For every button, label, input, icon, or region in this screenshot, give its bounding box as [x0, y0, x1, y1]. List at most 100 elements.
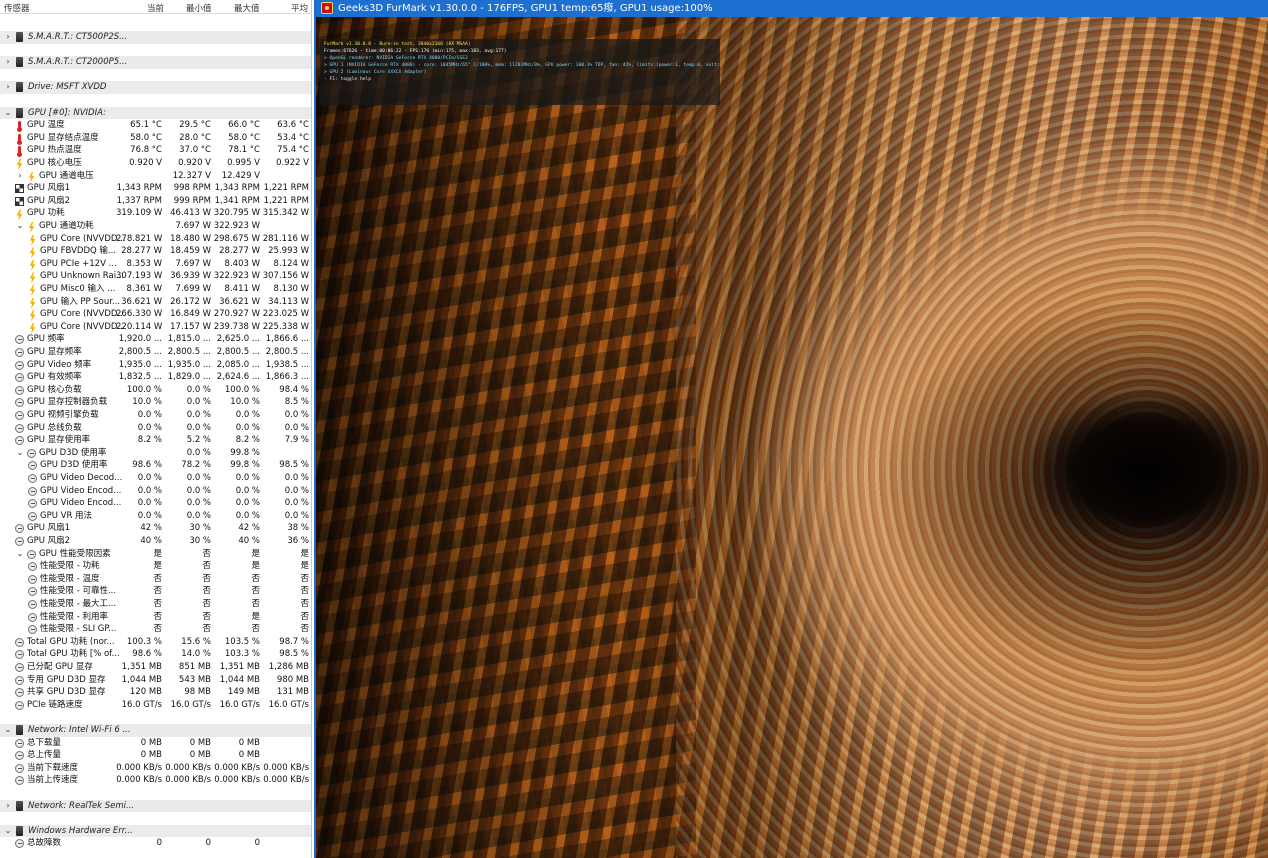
min-value: 15.6 %	[181, 636, 211, 647]
sensor-row[interactable]: GPU 输入 PP Sour... 36.621 W 26.172 W 36.621 …	[0, 296, 311, 309]
sensor-row[interactable]: GPU 频率 1,920.0 ... 1,815.0 ... 2,625.0 ... 1…	[0, 333, 311, 346]
sensor-row[interactable]: GPU Core (NVVDD... 266.330 W 16.849 W 270.9…	[0, 308, 311, 321]
sensor-row[interactable]: GPU Core (NVVDD... 220.114 W 17.157 W 239.7…	[0, 321, 311, 334]
chevron-right-icon[interactable]: ›	[4, 81, 12, 94]
sensor-row[interactable]: GPU Core (NVVDD... 278.821 W 18.480 W 298.6…	[0, 233, 311, 246]
sensor-row[interactable]: GPU 风扇2 40 % 30 % 40 % 36 %	[0, 535, 311, 548]
clock-icon	[15, 436, 24, 446]
sensor-row[interactable]: GPU 显存控制器负载 10.0 % 0.0 % 10.0 % 8.5 %	[0, 396, 311, 409]
col-current[interactable]: 当前	[147, 2, 164, 14]
bolt-icon	[28, 323, 37, 332]
chevron-down-icon[interactable]: ⌄	[16, 220, 24, 233]
chevron-right-icon[interactable]: ›	[4, 56, 12, 69]
min-value: 0.0 %	[186, 384, 211, 395]
sensor-row[interactable]: 总下载量 0 MB 0 MB 0 MB	[0, 737, 311, 750]
sensor-row[interactable]: › GPU 通道电压 12.327 V 12.429 V	[0, 170, 311, 183]
osd-line: > GPU 2 (Luminous Core XXXCX Adapter)	[324, 70, 427, 75]
col-sensor[interactable]: 传感器	[4, 2, 30, 14]
sensor-row[interactable]: GPU Video 频率 1,935.0 ... 1,935.0 ... 2,085.…	[0, 359, 311, 372]
avg-value: 1,221 RPM	[263, 195, 309, 206]
sensor-row[interactable]: GPU VR 用法 0.0 % 0.0 % 0.0 % 0.0 %	[0, 510, 311, 523]
sensor-row[interactable]: 总故障数 0 0 0	[0, 837, 311, 850]
sensor-row[interactable]: GPU Misc0 输入 ... 8.361 W 7.699 W 8.411 W 8.1…	[0, 283, 311, 296]
sensor-row[interactable]: GPU 风扇1 1,343 RPM 998 RPM 1,343 RPM 1,221 RP…	[0, 182, 311, 195]
chevron-down-icon[interactable]: ⌄	[4, 825, 12, 838]
sensor-row[interactable]: PCIe 链路速度 16.0 GT/s 16.0 GT/s 16.0 GT/s 16.0…	[0, 699, 311, 712]
sensor-group-row[interactable]: › Drive: MSFT XVDD	[0, 81, 311, 94]
col-min[interactable]: 最小值	[186, 2, 212, 14]
sensor-group-row[interactable]: › Network: RealTek Semi...	[0, 799, 311, 813]
sensor-row[interactable]: GPU 总线负载 0.0 % 0.0 % 0.0 % 0.0 %	[0, 422, 311, 435]
sensor-label: GPU Video Encod...	[40, 485, 122, 496]
sensor-row[interactable]: 总上传量 0 MB 0 MB 0 MB	[0, 749, 311, 762]
sensor-row[interactable]: 性能受限 - 最大工... 否 否 否 否	[0, 598, 311, 611]
sensor-row[interactable]: GPU Video Encod... 0.0 % 0.0 % 0.0 % 0.0 %	[0, 485, 311, 498]
sensor-row[interactable]: GPU 热点温度 76.8 °C 37.0 °C 78.1 °C 75.4 °C	[0, 144, 311, 158]
current-value: 40 %	[140, 536, 162, 546]
sensor-row[interactable]: 专用 GPU D3D 显存 1,044 MB 543 MB 1,044 MB 980 M…	[0, 674, 311, 687]
avg-value: 98.7 %	[279, 636, 309, 647]
clock-icon	[28, 612, 37, 622]
sensor-row[interactable]: GPU 显存频率 2,800.5 ... 2,800.5 ... 2,800.5 ..…	[0, 346, 311, 359]
sensor-row[interactable]: GPU Video Decod... 0.0 % 0.0 % 0.0 % 0.0 %	[0, 472, 311, 485]
sensor-row[interactable]: 性能受限 - 利用率 否 否 是 否	[0, 611, 311, 624]
sensor-group-row[interactable]: ⌄ Windows Hardware Err...	[0, 824, 311, 838]
disk-icon	[16, 57, 23, 68]
sensor-row[interactable]: Total GPU 功耗 [% of... 98.6 % 14.0 % 103.3 %…	[0, 648, 311, 661]
chevron-right-icon[interactable]: ›	[4, 31, 12, 44]
chevron-down-icon[interactable]: ⌄	[4, 724, 12, 737]
sensor-row[interactable]: GPU Unknown Rai... 307.193 W 36.939 W 322.9…	[0, 270, 311, 283]
min-value: 0.0 %	[186, 498, 211, 509]
sensor-row[interactable]: 性能受限 - 温度 否 否 否 否	[0, 573, 311, 586]
sensor-row[interactable]: GPU Video Encod... 0.0 % 0.0 % 0.0 % 0.0 %	[0, 497, 311, 510]
chevron-right-icon[interactable]: ›	[4, 800, 12, 813]
sensor-group-row[interactable]: › S.M.A.R.T.: CT500P2S...	[0, 31, 311, 44]
osd-line: Frames:67626 - time:00:06:22 - FPS:176 (…	[324, 49, 507, 54]
sensor-row[interactable]: GPU 显存使用率 8.2 % 5.2 % 8.2 % 7.9 %	[0, 434, 311, 447]
sensor-row[interactable]: ⌄ GPU 通道功耗 7.697 W 322.923 W	[0, 220, 311, 233]
sensor-row[interactable]: 共享 GPU D3D 显存 120 MB 98 MB 149 MB 131 MB	[0, 686, 311, 699]
min-value: 36.939 W	[170, 271, 211, 282]
min-value: 否	[202, 548, 211, 559]
sensor-row[interactable]: 性能受限 - 功耗 是 否 是 是	[0, 560, 311, 573]
clock-icon	[28, 625, 37, 635]
sensor-row[interactable]: GPU 显存结点温度 58.0 °C 28.0 °C 58.0 °C 53.4 °C	[0, 132, 311, 145]
sensor-group-row[interactable]: ⌄ Network: Intel Wi-Fi 6 ...	[0, 724, 311, 737]
avg-value: 7.9 %	[284, 435, 309, 446]
sensor-row[interactable]: GPU 核心电压 0.920 V 0.920 V 0.995 V 0.922 V	[0, 157, 311, 170]
sensor-row[interactable]: GPU 温度 65.1 °C 29.5 °C 66.0 °C 63.6 °C	[0, 119, 311, 133]
sensor-row[interactable]: 当前下载速度 0.000 KB/s 0.000 KB/s 0.000 KB/s 0.00…	[0, 762, 311, 775]
chevron-down-icon[interactable]: ⌄	[16, 548, 24, 561]
sensor-row[interactable]: 性能受限 - 可靠性... 否 否 否 否	[0, 585, 311, 598]
sensor-row[interactable]: GPU 视频引擎负载 0.0 % 0.0 % 0.0 % 0.0 %	[0, 409, 311, 422]
clock-icon	[15, 776, 24, 786]
fur-render-canvas[interactable]: FurMark v1.30.0.0 - Burn-in test, 3840x2…	[316, 17, 1268, 858]
sensor-row[interactable]: 性能受限 - SLI GP... 否 否 否 否	[0, 623, 311, 636]
sensor-group-row[interactable]: › S.M.A.R.T.: CT2000P5...	[0, 56, 311, 69]
title-bar[interactable]: Geeks3D FurMark v1.30.0.0 - 176FPS, GPU1…	[316, 0, 1268, 17]
sensor-row[interactable]: GPU 核心负载 100.0 % 0.0 % 100.0 % 98.4 %	[0, 384, 311, 397]
chevron-down-icon[interactable]: ⌄	[4, 107, 12, 120]
sensor-row[interactable]: GPU 风扇1 42 % 30 % 42 % 38 %	[0, 522, 311, 535]
sensor-group-row[interactable]: ⌄ GPU [#0]: NVIDIA:	[0, 106, 311, 120]
sensor-label: GPU FBVDDQ 输...	[40, 246, 116, 257]
sensor-row[interactable]: GPU D3D 使用率 98.6 % 78.2 % 99.8 % 98.5 %	[0, 459, 311, 472]
col-avg[interactable]: 平均	[291, 2, 308, 14]
sensor-row[interactable]: ⌄ GPU 性能受限因素 是 否 是 是	[0, 548, 311, 561]
sensor-row[interactable]: 当前上传速度 0.000 KB/s 0.000 KB/s 0.000 KB/s 0.00…	[0, 774, 311, 787]
clock-icon	[15, 650, 24, 660]
sensor-row[interactable]: GPU FBVDDQ 输... 28.277 W 18.459 W 28.277 W 2…	[0, 245, 311, 258]
sensor-row[interactable]: GPU PCIe +12V ... 8.353 W 7.697 W 8.403 W 8.…	[0, 258, 311, 271]
sensor-label: GPU 热点温度	[27, 145, 82, 156]
sensor-row[interactable]: Total GPU 功耗 (nor... 100.3 % 15.6 % 103.5 %…	[0, 636, 311, 649]
col-max[interactable]: 最大值	[234, 2, 260, 14]
sensor-row[interactable]: ⌄ GPU D3D 使用率 0.0 % 99.8 %	[0, 447, 311, 460]
sensor-row[interactable]: GPU 风扇2 1,337 RPM 999 RPM 1,341 RPM 1,221 RP…	[0, 195, 311, 208]
chevron-right-icon[interactable]: ›	[16, 170, 24, 183]
sensor-row[interactable]: GPU 功耗 319.109 W 46.413 W 320.795 W 315.342 …	[0, 207, 311, 220]
max-value: 298.675 W	[213, 233, 260, 244]
min-value: 14.0 %	[181, 649, 211, 660]
chevron-down-icon[interactable]: ⌄	[16, 447, 24, 460]
sensor-row[interactable]: GPU 有效频率 1,832.5 ... 1,829.0 ... 2,624.6 ..…	[0, 371, 311, 384]
sensor-row[interactable]: 已分配 GPU 显存 1,351 MB 851 MB 1,351 MB 1,286 MB	[0, 661, 311, 674]
